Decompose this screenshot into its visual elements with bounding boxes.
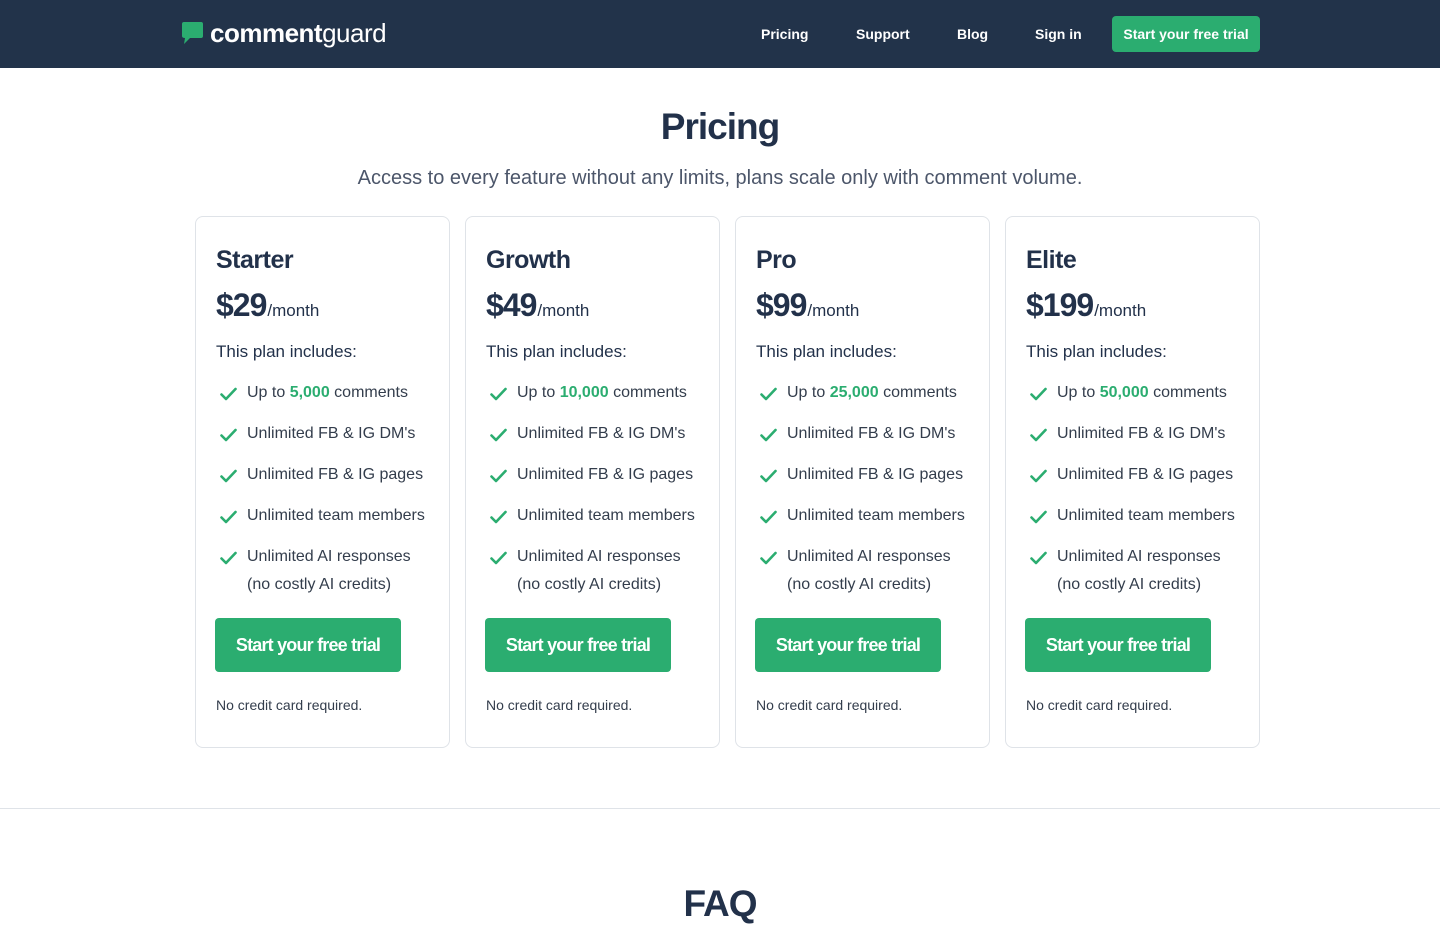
no-credit-card-note: No credit card required. — [216, 697, 363, 713]
logo-text: commentguard — [210, 18, 387, 48]
check-icon — [1030, 469, 1047, 483]
section-divider — [0, 808, 1440, 809]
feature-item: Unlimited FB & IG DM's — [1026, 420, 1251, 461]
no-credit-card-note: No credit card required. — [1026, 697, 1173, 713]
feature-item: Unlimited FB & IG DM's — [216, 420, 441, 461]
plan-name: Pro — [756, 246, 797, 274]
price-amount: $99 — [756, 287, 807, 323]
comment-limit: 10,000 — [559, 384, 609, 401]
plan-name: Growth — [486, 246, 571, 274]
check-icon — [1030, 428, 1047, 442]
plan-price: $29 /month — [216, 285, 319, 325]
feature-item: Unlimited team members — [486, 502, 711, 543]
logo-link[interactable]: commentguard — [180, 18, 387, 48]
feature-item-ai: Unlimited AI responses (no costly AI cred… — [1026, 543, 1251, 603]
start-trial-button[interactable]: Start your free trial — [1025, 618, 1211, 672]
check-icon — [490, 551, 507, 565]
check-icon — [1030, 510, 1047, 524]
check-icon — [220, 387, 237, 401]
comment-limit: 25,000 — [829, 384, 879, 401]
faq-title: FAQ — [683, 883, 757, 924]
price-period: /month — [807, 301, 860, 320]
feature-item: Unlimited FB & IG pages — [216, 461, 441, 502]
speech-bubble-logo-icon — [182, 22, 203, 44]
check-icon — [490, 469, 507, 483]
feature-list: Up to 50,000 comments Unlimited FB & IG … — [1026, 379, 1251, 603]
plan-includes-label: This plan includes: — [756, 342, 897, 361]
feature-list: Up to 25,000 comments Unlimited FB & IG … — [756, 379, 981, 603]
no-credit-card-note: No credit card required. — [486, 697, 633, 713]
comment-limit: 50,000 — [1099, 384, 1149, 401]
page-subtitle: Access to every feature without any limi… — [357, 167, 1083, 189]
check-icon — [220, 428, 237, 442]
plan-includes-label: This plan includes: — [216, 342, 357, 361]
plan-includes-label: This plan includes: — [486, 342, 627, 361]
check-icon — [220, 551, 237, 565]
nav-start-trial-button[interactable]: Start your free trial — [1112, 16, 1260, 52]
check-icon — [760, 510, 777, 524]
nav-pricing-link[interactable]: Pricing — [761, 24, 808, 44]
feature-item: Unlimited FB & IG pages — [1026, 461, 1251, 502]
check-icon — [760, 469, 777, 483]
check-icon — [760, 387, 777, 401]
feature-item-ai: Unlimited AI responses (no costly AI cred… — [756, 543, 981, 603]
nav-sign-in-link[interactable]: Sign in — [1035, 24, 1082, 44]
plan-price: $49 /month — [486, 285, 589, 325]
feature-item: Unlimited team members — [756, 502, 981, 543]
feature-item: Unlimited FB & IG pages — [756, 461, 981, 502]
plan-includes-label: This plan includes: — [1026, 342, 1167, 361]
check-icon — [760, 551, 777, 565]
nav-blog-link[interactable]: Blog — [957, 24, 988, 44]
plan-card-elite: Elite $199 /month This plan includes: Up… — [1005, 216, 1260, 748]
price-period: /month — [537, 301, 590, 320]
price-period: /month — [267, 301, 320, 320]
check-icon — [1030, 551, 1047, 565]
feature-list: Up to 10,000 comments Unlimited FB & IG … — [486, 379, 711, 603]
feature-item: Unlimited FB & IG pages — [486, 461, 711, 502]
start-trial-button[interactable]: Start your free trial — [485, 618, 671, 672]
feature-item-comments: Up to 25,000 comments — [756, 379, 981, 420]
plan-price: $99 /month — [756, 285, 859, 325]
plan-card-starter: Starter $29 /month This plan includes: U… — [195, 216, 450, 748]
plan-card-growth: Growth $49 /month This plan includes: Up… — [465, 216, 720, 748]
feature-item-ai: Unlimited AI responses (no costly AI cred… — [486, 543, 711, 603]
feature-item-comments: Up to 5,000 comments — [216, 379, 441, 420]
plan-name: Starter — [216, 246, 294, 274]
feature-item: Unlimited team members — [216, 502, 441, 543]
comment-limit: 5,000 — [289, 384, 330, 401]
feature-item-comments: Up to 10,000 comments — [486, 379, 711, 420]
check-icon — [220, 510, 237, 524]
nav-support-link[interactable]: Support — [856, 24, 910, 44]
no-credit-card-note: No credit card required. — [756, 697, 903, 713]
check-icon — [220, 469, 237, 483]
price-amount: $29 — [216, 287, 267, 323]
check-icon — [760, 428, 777, 442]
plan-name: Elite — [1026, 246, 1077, 274]
price-period: /month — [1094, 301, 1147, 320]
feature-item: Unlimited FB & IG DM's — [756, 420, 981, 461]
check-icon — [1030, 387, 1047, 401]
check-icon — [490, 510, 507, 524]
feature-item: Unlimited team members — [1026, 502, 1251, 543]
page-title: Pricing — [660, 106, 780, 147]
price-amount: $49 — [486, 287, 537, 323]
start-trial-button[interactable]: Start your free trial — [215, 618, 401, 672]
feature-list: Up to 5,000 comments Unlimited FB & IG D… — [216, 379, 441, 603]
price-amount: $199 — [1026, 287, 1094, 323]
start-trial-button[interactable]: Start your free trial — [755, 618, 941, 672]
check-icon — [490, 387, 507, 401]
feature-item-comments: Up to 50,000 comments — [1026, 379, 1251, 420]
check-icon — [490, 428, 507, 442]
feature-item-ai: Unlimited AI responses (no costly AI cred… — [216, 543, 441, 603]
feature-item: Unlimited FB & IG DM's — [486, 420, 711, 461]
top-navbar: commentguard Pricing Support Blog Sign i… — [0, 0, 1440, 68]
plan-card-pro: Pro $99 /month This plan includes: Up to… — [735, 216, 990, 748]
plan-price: $199 /month — [1026, 285, 1146, 325]
